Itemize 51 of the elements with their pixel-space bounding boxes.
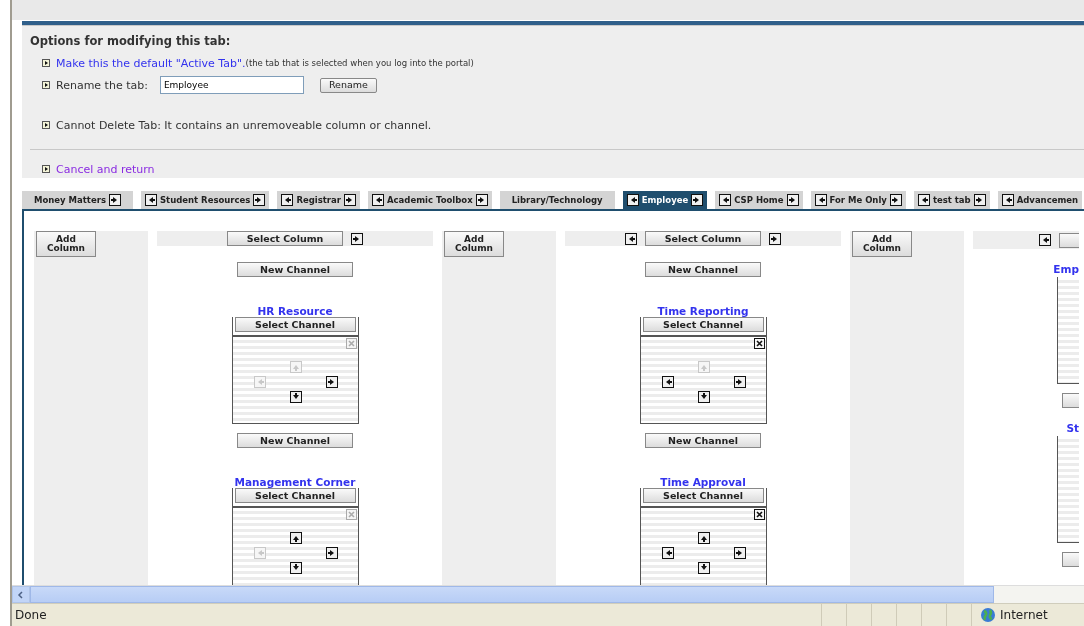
horizontal-scrollbar[interactable] [12, 585, 1084, 603]
rename-label: Rename the tab: [56, 78, 148, 92]
new-channel-button[interactable]: New Channel [645, 262, 761, 277]
channel-title[interactable]: Time Reporting [657, 305, 749, 317]
channel-title[interactable]: HR Resource [257, 305, 333, 317]
select-column-button[interactable] [1059, 232, 1079, 248]
tab[interactable]: Money Matters [22, 191, 133, 209]
tab[interactable]: Employee [622, 191, 708, 209]
delete-note: Cannot Delete Tab: It contains an unremoveable column or channel. [56, 118, 432, 132]
bullet-icon [42, 121, 50, 129]
new-channel-button[interactable] [1062, 552, 1079, 567]
tab[interactable]: Academic Toolbox [368, 191, 492, 209]
select-column-button[interactable]: Select Column [645, 231, 761, 246]
zone-label: Internet [1000, 608, 1048, 622]
cancel-link[interactable]: Cancel and return [56, 162, 155, 176]
bullet-icon [42, 59, 50, 67]
bullet-icon [42, 81, 50, 89]
select-channel-button[interactable]: Select Channel [234, 317, 356, 332]
tab-name-field[interactable]: Employee [159, 76, 304, 94]
add-column-button[interactable]: Add Column [444, 231, 504, 257]
tab[interactable]: Student Resources [140, 191, 270, 209]
options-heading: Options for modifying this tab: [30, 34, 232, 48]
bullet-icon [42, 165, 50, 173]
scrollbar-thumb[interactable] [30, 586, 994, 603]
new-channel-button[interactable] [1062, 393, 1079, 408]
new-channel-button[interactable]: New Channel [237, 433, 353, 448]
rename-button[interactable]: Rename [319, 77, 377, 93]
tab[interactable]: CSP Home [715, 191, 803, 209]
tab[interactable]: test tab [913, 191, 990, 209]
channel-title[interactable]: Management Corner [234, 476, 356, 488]
channel-title[interactable]: Time Approval [660, 476, 746, 488]
close-icon[interactable] [753, 338, 765, 349]
new-channel-button[interactable]: New Channel [645, 433, 761, 448]
status-text: Done [14, 608, 48, 622]
select-column-button[interactable]: Select Column [227, 231, 343, 246]
tab[interactable]: For Me Only [810, 191, 906, 209]
new-channel-button[interactable]: New Channel [237, 262, 353, 277]
select-channel-button[interactable]: Select Channel [642, 317, 764, 332]
close-icon[interactable] [753, 509, 765, 520]
add-column-button[interactable]: Add Column [36, 231, 96, 257]
channel-title[interactable]: St [1066, 422, 1079, 436]
tab[interactable]: Library/Technology [499, 191, 615, 209]
default-tab-link[interactable]: Make this the default "Active Tab". [56, 56, 246, 70]
channel-title[interactable]: Emp [1053, 263, 1079, 277]
tab[interactable]: Advancemen [997, 191, 1083, 209]
globe-icon [980, 607, 996, 623]
tab[interactable]: Registrar [277, 191, 360, 209]
select-channel-button[interactable]: Select Channel [642, 488, 764, 503]
add-column-button[interactable]: Add Column [852, 231, 912, 257]
default-tab-note: (the tab that is selected when you log into the portal) [245, 58, 474, 68]
select-channel-button[interactable]: Select Channel [234, 488, 356, 503]
